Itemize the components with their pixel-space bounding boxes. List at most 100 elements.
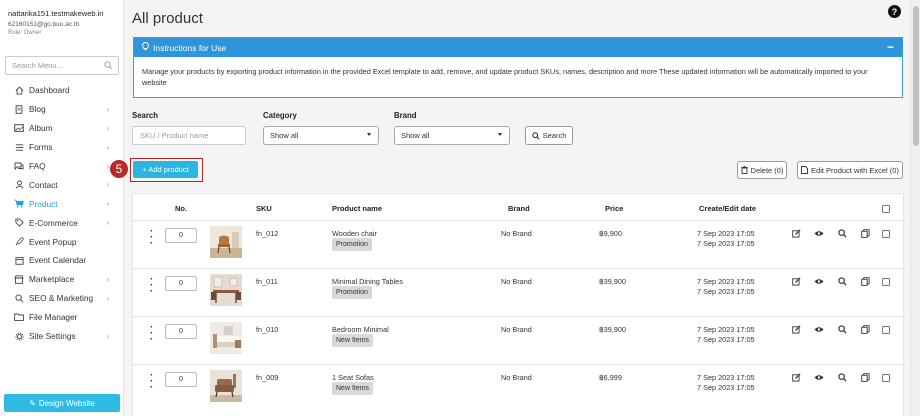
- edited-date: 7 Sep 2023 17:05: [697, 238, 755, 248]
- chevron-right-icon: ›: [106, 180, 109, 190]
- product-dates: 7 Sep 2023 17:05 7 Sep 2023 17:05: [697, 229, 755, 248]
- sidebar-item-faq[interactable]: FAQ ›: [0, 157, 124, 176]
- edit-icon[interactable]: [791, 372, 801, 382]
- instructions-title: Instructions for Use: [153, 42, 227, 53]
- chat-icon: [13, 161, 25, 171]
- chevron-right-icon: ›: [106, 274, 109, 284]
- product-price: ฿39,900: [599, 325, 626, 334]
- search-icon[interactable]: [837, 324, 847, 334]
- copy-icon[interactable]: [860, 276, 870, 286]
- product-search-input[interactable]: [132, 126, 246, 145]
- sidebar-item-label: Album: [29, 123, 53, 134]
- search-icon[interactable]: [837, 276, 847, 286]
- gear-icon: [13, 331, 25, 341]
- sort-order-input[interactable]: 0: [165, 276, 197, 291]
- collapse-icon[interactable]: −: [887, 41, 894, 53]
- product-brand: No Brand: [501, 373, 532, 382]
- brand-value: Show all: [401, 131, 430, 140]
- help-icon[interactable]: ?: [888, 5, 901, 18]
- instructions-header[interactable]: Instructions for Use −: [134, 38, 902, 57]
- row-checkbox[interactable]: [882, 374, 890, 382]
- eye-icon[interactable]: [814, 228, 824, 238]
- add-product-button[interactable]: + Add product: [133, 161, 198, 178]
- sidebar-item-site-settings[interactable]: Site Settings ›: [0, 327, 124, 346]
- table-row: · · · 0 fn_012 Wooden chair Promotion No Brand ฿…: [133, 220, 905, 268]
- edit-icon[interactable]: [791, 324, 801, 334]
- search-button[interactable]: Search: [525, 126, 573, 145]
- design-website-button[interactable]: ✎ Design Website: [4, 394, 120, 412]
- sort-order-input[interactable]: 0: [165, 372, 197, 387]
- product-thumbnail[interactable]: [210, 322, 242, 354]
- eye-icon[interactable]: [814, 324, 824, 334]
- more-options-icon[interactable]: · · ·: [150, 371, 153, 393]
- search-icon[interactable]: [104, 61, 113, 70]
- more-options-icon[interactable]: · · ·: [150, 227, 153, 249]
- sidebar-item-forms[interactable]: Forms ›: [0, 138, 124, 157]
- more-options-icon[interactable]: · · ·: [150, 275, 153, 297]
- user-email: nattarika151.testmakeweb.in: [8, 9, 104, 18]
- product-thumbnail[interactable]: [210, 370, 242, 402]
- product-thumbnail[interactable]: [210, 226, 242, 258]
- row-checkbox[interactable]: [882, 278, 890, 286]
- chevron-down-icon: [498, 133, 502, 136]
- header-price: Price: [605, 204, 624, 213]
- category-select[interactable]: Show all: [263, 126, 379, 145]
- product-thumbnail[interactable]: [210, 274, 242, 306]
- more-options-icon[interactable]: · · ·: [150, 323, 153, 345]
- sidebar-item-event-popup[interactable]: Event Popup: [0, 232, 124, 251]
- chevron-down-icon: [367, 133, 371, 136]
- sidebar-item-label: Contact: [29, 179, 58, 190]
- row-checkbox[interactable]: [882, 326, 890, 334]
- search-icon[interactable]: [837, 228, 847, 238]
- sidebar-item-dashboard[interactable]: Dashboard: [0, 81, 124, 100]
- user-sub-email: 62160151@go.buu.ac.th: [8, 21, 80, 28]
- sidebar-item-product[interactable]: Product ›: [0, 194, 124, 213]
- sidebar-item-label: SEO & Marketing: [29, 293, 94, 304]
- user-icon: [13, 180, 25, 190]
- copy-icon[interactable]: [860, 324, 870, 334]
- sidebar-item-contact[interactable]: Contact ›: [0, 175, 124, 194]
- sidebar-item-event-calendar[interactable]: Event Calendar: [0, 251, 124, 270]
- product-price: ฿39,900: [599, 277, 626, 286]
- file-icon: [801, 166, 808, 174]
- sidebar-item-seo-marketing[interactable]: SEO & Marketing ›: [0, 289, 124, 308]
- sidebar-item-album[interactable]: Album ›: [0, 119, 124, 138]
- search-icon[interactable]: [837, 372, 847, 382]
- page-title: All product: [132, 10, 203, 27]
- delete-button[interactable]: Delete (0): [737, 161, 787, 179]
- brand-select[interactable]: Show all: [394, 126, 510, 145]
- scrollbar[interactable]: [910, 0, 920, 416]
- created-date: 7 Sep 2023 17:05: [697, 373, 755, 382]
- eye-icon[interactable]: [814, 276, 824, 286]
- sidebar-item-marketplace[interactable]: Marketplace ›: [0, 270, 124, 289]
- sort-order-input[interactable]: 0: [165, 228, 197, 243]
- edit-icon[interactable]: [791, 228, 801, 238]
- chevron-right-icon: ›: [106, 293, 109, 303]
- sidebar-item-label: Site Settings: [29, 331, 76, 342]
- sidebar-item-blog[interactable]: Blog ›: [0, 100, 124, 119]
- product-price: ฿9,900: [599, 229, 622, 238]
- table-row: · · · 0 fn_009 1 Seat Sofas New Items No Brand ฿…: [133, 364, 905, 412]
- sort-order-input[interactable]: 0: [165, 324, 197, 339]
- search-menu-input[interactable]: [6, 57, 101, 74]
- product-tag-badge: New Items: [332, 382, 374, 395]
- copy-icon[interactable]: [860, 228, 870, 238]
- brand-label: Brand: [394, 111, 417, 120]
- home-icon: [13, 85, 25, 95]
- eye-icon[interactable]: [814, 372, 824, 382]
- sidebar-item-e-commerce[interactable]: E-Commerce ›: [0, 213, 124, 232]
- rocket-icon: [13, 237, 25, 247]
- scrollbar-thumb[interactable]: [913, 6, 919, 146]
- edit-icon[interactable]: [791, 276, 801, 286]
- row-checkbox[interactable]: [882, 230, 890, 238]
- copy-icon[interactable]: [860, 372, 870, 382]
- product-tag-badge: Promotion: [332, 286, 372, 299]
- search-icon: [13, 293, 25, 303]
- product-sku: fn_009: [256, 373, 279, 382]
- product-name: Minimal Dining Tables: [332, 277, 403, 286]
- sidebar-item-file-manager[interactable]: File Manager: [0, 308, 124, 327]
- edit-excel-button[interactable]: Edit Product with Excel (0): [797, 161, 903, 179]
- select-all-checkbox[interactable]: [882, 205, 890, 213]
- product-brand: No Brand: [501, 277, 532, 286]
- product-dates: 7 Sep 2023 17:05 7 Sep 2023 17:05: [697, 373, 755, 392]
